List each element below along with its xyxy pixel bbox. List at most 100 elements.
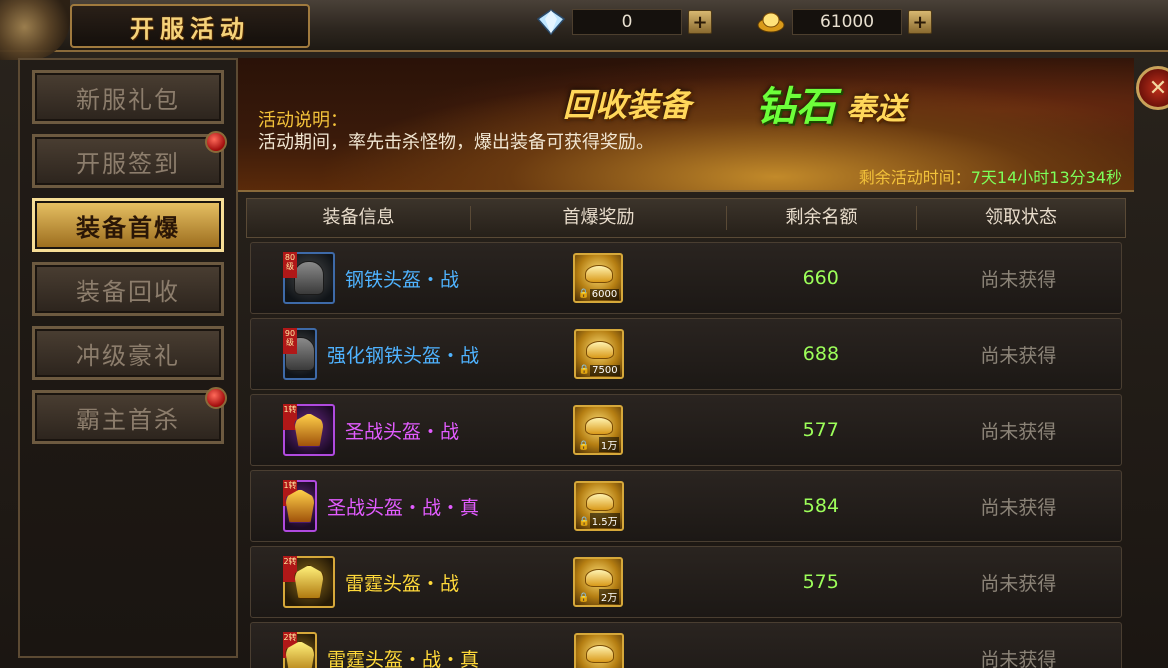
equipment-slot[interactable]: 2转 xyxy=(283,632,317,668)
remaining-quota: 584 xyxy=(802,495,840,517)
table-row: 1转 圣战头盔・战 🔒 1万 577 尚未获得 xyxy=(250,394,1122,466)
menu-item-label: 霸主首杀 xyxy=(76,405,180,434)
notification-dot-icon xyxy=(205,131,227,153)
remaining-time-value: 7天14小时13分34秒 xyxy=(970,168,1122,187)
remaining-quota: 575 xyxy=(802,571,839,593)
gold-ingot-icon xyxy=(756,7,786,37)
level-tag: 90级 xyxy=(283,328,297,354)
table-row: 1转 圣战头盔・战・真 🔒 1.5万 584 尚未获得 xyxy=(250,470,1122,542)
event-description: 活动期间，率先击杀怪物，爆出装备可获得奖励。 xyxy=(258,132,654,153)
close-icon: ✕ xyxy=(1148,75,1168,101)
remaining-quota: 660 xyxy=(802,267,839,289)
menu-item-first-drop[interactable]: 装备首爆 xyxy=(32,198,224,252)
gold-ingot-icon xyxy=(585,645,614,663)
lock-icon: 🔒 xyxy=(578,289,590,299)
table-row: 90级 强化钢铁头盔・战 🔒 7500 688 尚未获得 xyxy=(250,318,1122,390)
table-row: 2转 雷霆头盔・战・真 尚未获得 xyxy=(250,622,1122,668)
equipment-slot[interactable]: 80级 xyxy=(283,252,335,304)
reward-amount: 1万 xyxy=(598,437,620,452)
claim-status: 尚未获得 xyxy=(980,572,1057,595)
notification-dot-icon xyxy=(205,387,227,409)
lock-icon: 🔒 xyxy=(578,593,590,603)
page-title: 开服活动 xyxy=(130,13,250,43)
gold-ingot-icon xyxy=(585,265,614,283)
add-gold-button[interactable]: + xyxy=(908,10,932,34)
reward-amount: 6000 xyxy=(589,289,620,300)
gold-amount: 61000 xyxy=(792,9,902,35)
level-tag: 80级 xyxy=(283,252,297,278)
equipment-name: 雷霆头盔・战・真 xyxy=(327,648,480,668)
helmet-icon xyxy=(294,413,324,447)
diamond-icon xyxy=(536,7,566,37)
equipment-name: 雷霆头盔・战 xyxy=(345,572,460,595)
equipment-name: 圣战头盔・战 xyxy=(345,420,460,443)
lock-icon: 🔒 xyxy=(578,365,590,375)
helmet-icon xyxy=(294,261,324,295)
lock-icon: 🔒 xyxy=(578,441,590,451)
reward-slot[interactable]: 🔒 1万 xyxy=(573,405,624,455)
menu-item-label: 新服礼包 xyxy=(76,85,180,114)
column-header: 剩余名额 xyxy=(727,206,917,230)
reward-slot[interactable]: 🔒 2万 xyxy=(573,557,624,607)
close-button[interactable]: ✕ xyxy=(1136,66,1168,110)
menu-item-new-server-gift[interactable]: 新服礼包 xyxy=(32,70,224,124)
menu-item-boss-first-kill[interactable]: 霸主首杀 xyxy=(32,387,227,444)
equipment-name: 钢铁头盔・战 xyxy=(345,268,460,291)
equipment-slot[interactable]: 1转 xyxy=(283,480,317,532)
gold-currency: 61000 + xyxy=(756,6,932,38)
remaining-quota: 688 xyxy=(802,343,840,365)
menu-item-level-rewards[interactable]: 冲级豪礼 xyxy=(32,326,224,380)
banner-title-gift: 奉送 xyxy=(846,92,906,127)
gold-ingot-icon xyxy=(585,569,614,587)
table-body[interactable]: 80级 钢铁头盔・战 🔒 6000 660 尚未获得 90级 强化钢铁头盔・战 … xyxy=(250,242,1122,668)
column-header: 领取状态 xyxy=(985,207,1057,228)
menu-item-label: 装备回收 xyxy=(76,277,180,306)
first-drop-table: 装备信息 首爆奖励 剩余名额 领取状态 80级 钢铁头盔・战 🔒 6000 66… xyxy=(246,198,1126,668)
gold-ingot-icon xyxy=(585,493,614,511)
gold-ingot-icon xyxy=(585,417,614,435)
game-window: 开服活动 0 + 61000 + ✕ 新服礼包 开服签到 装备首爆 装备回收 冲… xyxy=(0,0,1168,668)
menu-item-equipment-recycle[interactable]: 装备回收 xyxy=(32,262,224,316)
diamond-amount: 0 xyxy=(572,9,682,35)
title-plate: 开服活动 xyxy=(70,4,310,48)
equipment-slot[interactable]: 90级 xyxy=(283,328,317,380)
table-row: 80级 钢铁头盔・战 🔒 6000 660 尚未获得 xyxy=(250,242,1122,314)
menu-item-label: 冲级豪礼 xyxy=(76,341,180,370)
gold-ingot-icon xyxy=(585,341,614,359)
event-banner: 回收装备 钻石 奉送 活动说明： 活动期间，率先击杀怪物，爆出装备可获得奖励。 … xyxy=(238,58,1134,192)
table-row: 2转 雷霆头盔・战 🔒 2万 575 尚未获得 xyxy=(250,546,1122,618)
equipment-name: 圣战头盔・战・真 xyxy=(327,496,480,519)
menu-item-label: 开服签到 xyxy=(76,149,180,178)
add-diamond-button[interactable]: + xyxy=(688,10,712,34)
reward-slot[interactable] xyxy=(573,633,624,668)
equipment-slot[interactable]: 1转 xyxy=(283,404,335,456)
reward-amount: 2万 xyxy=(598,589,620,604)
equipment-name: 强化钢铁头盔・战 xyxy=(327,344,480,367)
column-header: 首爆奖励 xyxy=(471,206,727,230)
claim-status: 尚未获得 xyxy=(980,648,1057,668)
claim-status: 尚未获得 xyxy=(980,344,1057,367)
menu-item-label: 装备首爆 xyxy=(76,213,180,242)
activity-menu: 新服礼包 开服签到 装备首爆 装备回收 冲级豪礼 霸主首杀 xyxy=(18,58,238,658)
equipment-slot[interactable]: 2转 xyxy=(283,556,335,608)
banner-title-diamond: 钻石 xyxy=(756,83,836,130)
top-bar: 开服活动 0 + 61000 + xyxy=(0,0,1168,60)
remaining-quota: 577 xyxy=(802,419,839,441)
menu-item-sign-in[interactable]: 开服签到 xyxy=(32,131,227,188)
reward-slot[interactable]: 🔒 7500 xyxy=(573,329,624,379)
diamond-currency: 0 + xyxy=(536,6,712,38)
lock-icon: 🔒 xyxy=(578,517,590,527)
reward-slot[interactable]: 🔒 1.5万 xyxy=(573,481,624,531)
reward-amount: 7500 xyxy=(590,365,620,376)
table-header: 装备信息 首爆奖励 剩余名额 领取状态 xyxy=(246,198,1126,238)
reward-amount: 1.5万 xyxy=(589,513,620,528)
remaining-time: 剩余活动时间：7天14小时13分34秒 xyxy=(859,164,1122,188)
claim-status: 尚未获得 xyxy=(980,496,1057,519)
column-header: 装备信息 xyxy=(247,206,471,230)
dragon-ornament-icon xyxy=(0,0,70,60)
banner-title-recycle: 回收装备 xyxy=(563,86,692,124)
claim-status: 尚未获得 xyxy=(980,268,1057,291)
reward-slot[interactable]: 🔒 6000 xyxy=(573,253,624,303)
helmet-icon xyxy=(294,565,324,599)
claim-status: 尚未获得 xyxy=(980,420,1057,443)
